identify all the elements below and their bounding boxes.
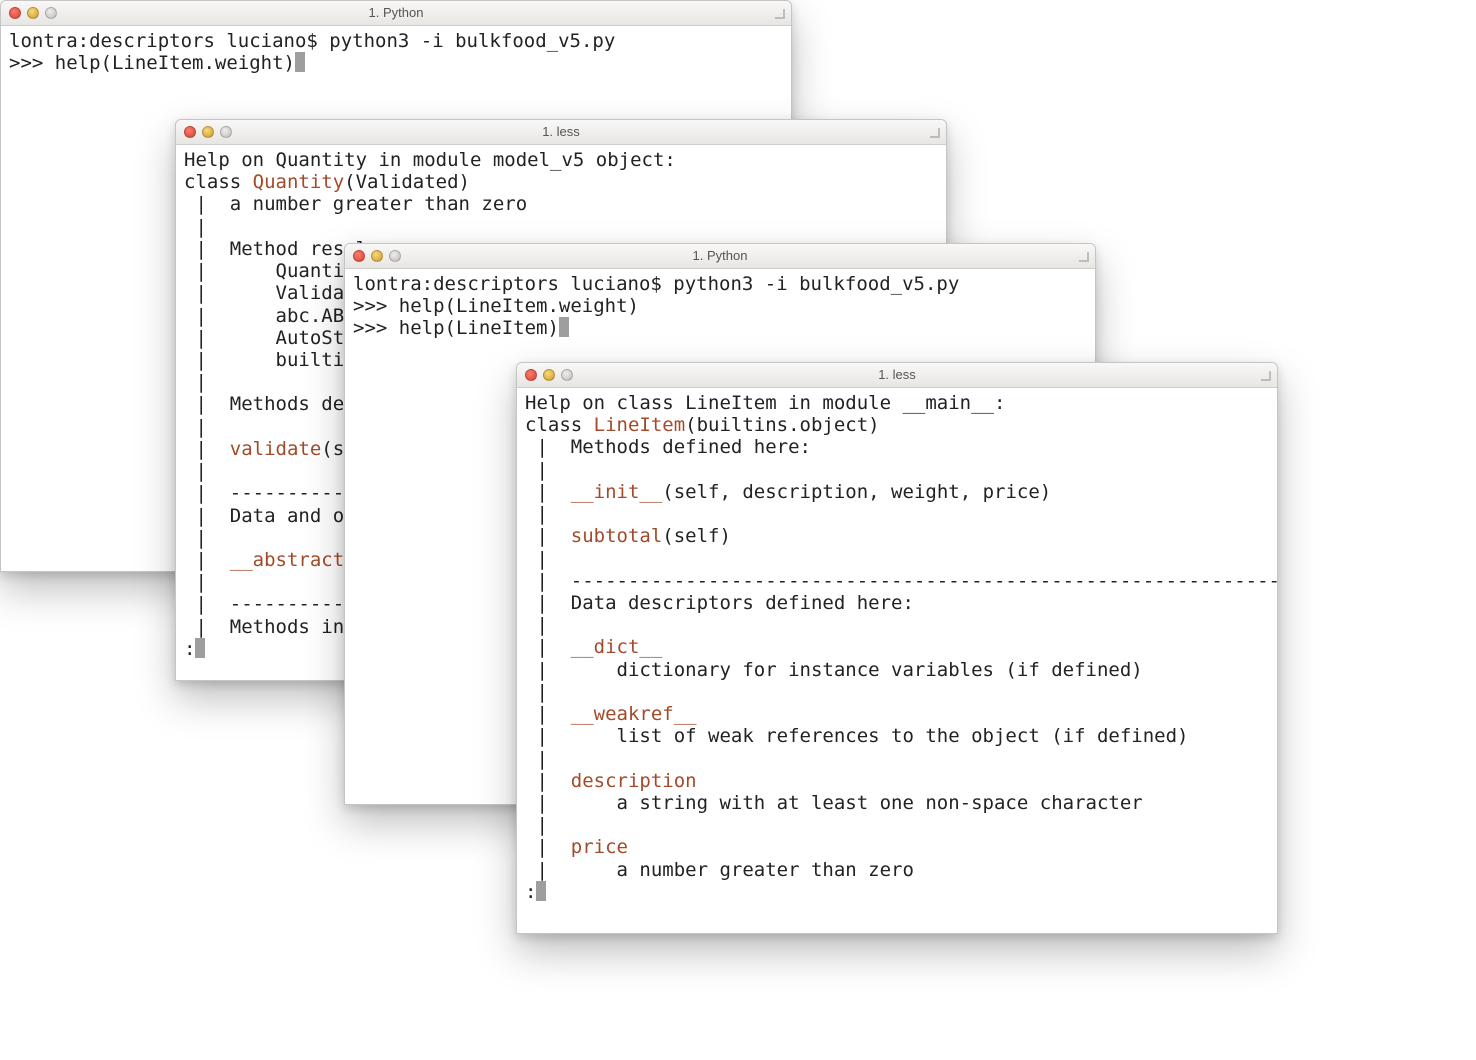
- terminal-line: |: [525, 748, 1269, 770]
- zoom-icon[interactable]: [45, 7, 57, 19]
- terminal-content[interactable]: lontra:descriptors luciano$ python3 -i b…: [345, 269, 1095, 340]
- terminal-line: |: [525, 681, 1269, 703]
- minimize-icon[interactable]: [543, 369, 555, 381]
- terminal-line: | Data descriptors defined here:: [525, 592, 1269, 614]
- titlebar[interactable]: 1. Python: [345, 244, 1095, 269]
- window-title: 1. less: [517, 367, 1277, 382]
- traffic-lights: [176, 126, 232, 138]
- terminal-line: | __dict__: [525, 636, 1269, 658]
- terminal-line: lontra:descriptors luciano$ python3 -i b…: [9, 30, 783, 52]
- zoom-icon[interactable]: [389, 250, 401, 262]
- close-icon[interactable]: [353, 250, 365, 262]
- terminal-line: | a number greater than zero: [525, 859, 1269, 881]
- titlebar[interactable]: 1. less: [176, 120, 946, 145]
- terminal-line: | price: [525, 836, 1269, 858]
- terminal-line: Help on class LineItem in module __main_…: [525, 392, 1269, 414]
- zoom-icon[interactable]: [561, 369, 573, 381]
- minimize-icon[interactable]: [202, 126, 214, 138]
- terminal-content[interactable]: lontra:descriptors luciano$ python3 -i b…: [1, 26, 791, 74]
- terminal-line: | a number greater than zero: [184, 193, 938, 215]
- terminal-content[interactable]: Help on class LineItem in module __main_…: [517, 388, 1277, 903]
- close-icon[interactable]: [184, 126, 196, 138]
- cursor-icon: [559, 317, 569, 337]
- terminal-line: | a string with at least one non-space c…: [525, 792, 1269, 814]
- minimize-icon[interactable]: [27, 7, 39, 19]
- terminal-line: class LineItem(builtins.object): [525, 414, 1269, 436]
- window-title: 1. Python: [1, 5, 791, 20]
- terminal-line: | __weakref__: [525, 703, 1269, 725]
- resize-icon[interactable]: [1075, 248, 1089, 262]
- terminal-line: :: [525, 881, 1269, 903]
- titlebar[interactable]: 1. less: [517, 363, 1277, 388]
- terminal-line: | --------------------------------------…: [525, 570, 1269, 592]
- traffic-lights: [345, 250, 401, 262]
- terminal-line: |: [525, 459, 1269, 481]
- traffic-lights: [517, 369, 573, 381]
- close-icon[interactable]: [525, 369, 537, 381]
- terminal-line: | Methods defined here:: [525, 436, 1269, 458]
- terminal-line: >>> help(LineItem.weight): [353, 295, 1087, 317]
- terminal-line: | list of weak references to the object …: [525, 725, 1269, 747]
- terminal-line: | dictionary for instance variables (if …: [525, 659, 1269, 681]
- terminal-line: lontra:descriptors luciano$ python3 -i b…: [353, 273, 1087, 295]
- resize-icon[interactable]: [1257, 367, 1271, 381]
- terminal-line: |: [525, 614, 1269, 636]
- terminal-window-4[interactable]: 1. less Help on class LineItem in module…: [516, 362, 1278, 934]
- resize-icon[interactable]: [771, 5, 785, 19]
- terminal-line: |: [525, 814, 1269, 836]
- terminal-line: | __init__(self, description, weight, pr…: [525, 481, 1269, 503]
- zoom-icon[interactable]: [220, 126, 232, 138]
- terminal-line: >>> help(LineItem.weight): [9, 52, 783, 74]
- window-title: 1. less: [176, 124, 946, 139]
- traffic-lights: [1, 7, 57, 19]
- terminal-line: class Quantity(Validated): [184, 171, 938, 193]
- resize-icon[interactable]: [926, 124, 940, 138]
- cursor-icon: [536, 881, 546, 901]
- cursor-icon: [295, 52, 305, 72]
- window-title: 1. Python: [345, 248, 1095, 263]
- terminal-line: | subtotal(self): [525, 525, 1269, 547]
- terminal-line: |: [525, 548, 1269, 570]
- terminal-line: | description: [525, 770, 1269, 792]
- cursor-icon: [195, 638, 205, 658]
- terminal-line: |: [525, 503, 1269, 525]
- close-icon[interactable]: [9, 7, 21, 19]
- minimize-icon[interactable]: [371, 250, 383, 262]
- terminal-line: Help on Quantity in module model_v5 obje…: [184, 149, 938, 171]
- terminal-line: |: [184, 216, 938, 238]
- titlebar[interactable]: 1. Python: [1, 1, 791, 26]
- terminal-line: >>> help(LineItem): [353, 317, 1087, 339]
